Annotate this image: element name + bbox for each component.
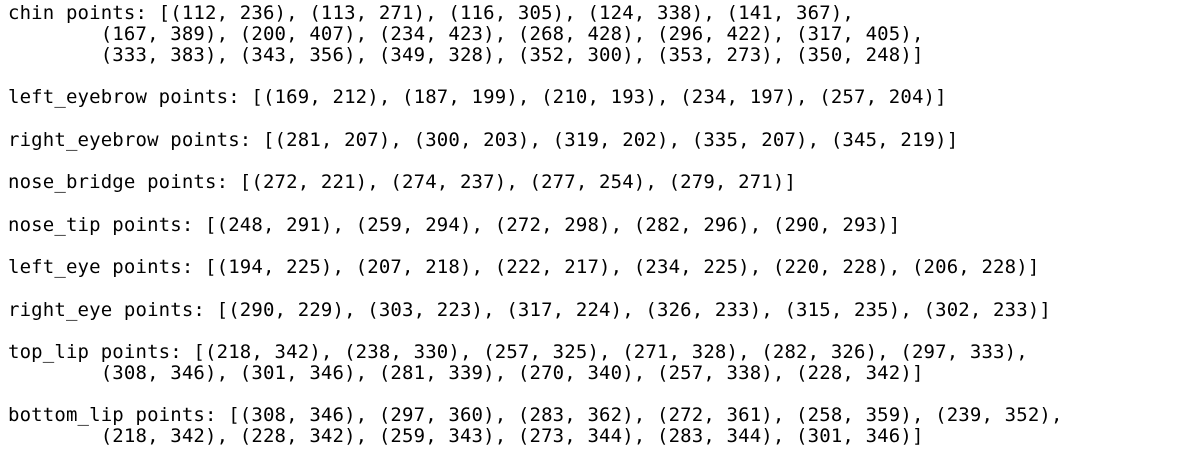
output-line: (218, 342), (228, 342), (259, 343), (273… [8,424,924,447]
nose-tip-points-block: nose_tip points: [(248, 291), (259, 294)… [8,213,1198,236]
output-line: bottom_lip points: [(308, 346), (297, 36… [8,404,1063,427]
right-eye-points-block: right_eye points: [(290, 229), (303, 223… [8,298,1198,321]
bottom-lip-points-block: bottom_lip points: [(308, 346), (297, 36… [8,405,1198,447]
left-eyebrow-points-block: left_eyebrow points: [(169, 212), (187, … [8,87,1198,108]
left-eye-points-block: left_eye points: [(194, 225), (207, 218)… [8,257,1198,278]
output-line: right_eyebrow points: [(281, 207), (300,… [8,128,959,151]
output-line: left_eyebrow points: [(169, 212), (187, … [8,86,947,109]
output-line: chin points: [(112, 236), (113, 271), (1… [8,2,854,24]
right-eyebrow-points-block: right_eyebrow points: [(281, 207), (300,… [8,128,1198,151]
nose-bridge-points-block: nose_bridge points: [(272, 221), (274, 2… [8,172,1198,193]
output-line: (167, 389), (200, 407), (234, 423), (268… [8,22,924,45]
output-line: (333, 383), (343, 356), (349, 328), (352… [8,43,924,66]
output-line: nose_tip points: [(248, 291), (259, 294)… [8,213,901,236]
chin-points-block: chin points: [(112, 236), (113, 271), (1… [8,3,1198,65]
output-line: left_eye points: [(194, 225), (207, 218)… [8,256,1040,279]
output-line: right_eye points: [(290, 229), (303, 223… [8,298,1052,321]
top-lip-points-block: top_lip points: [(218, 342), (238, 330),… [8,342,1198,384]
console-output: chin points: [(112, 236), (113, 271), (1… [0,0,1198,453]
output-line: top_lip points: [(218, 342), (238, 330),… [8,340,1028,363]
output-line: nose_bridge points: [(272, 221), (274, 2… [8,171,797,194]
output-line: (308, 346), (301, 346), (281, 339), (270… [8,361,924,384]
